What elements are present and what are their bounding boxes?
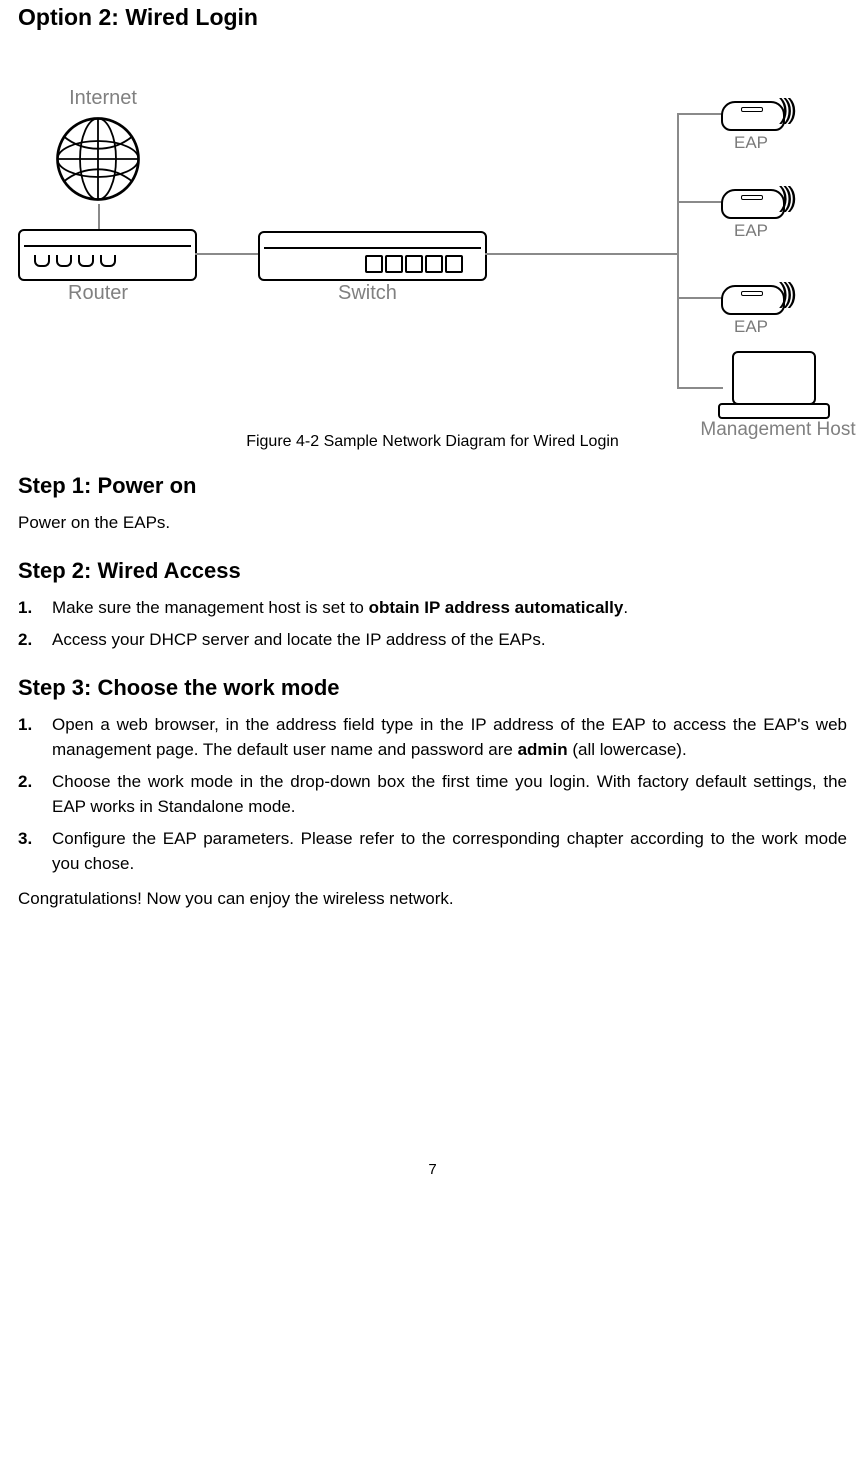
eap-label-1: EAP <box>734 133 768 153</box>
list-text: Make sure the management host is set to <box>52 598 369 617</box>
bold-text: admin <box>518 740 568 759</box>
step3-heading: Step 3: Choose the work mode <box>18 675 847 701</box>
internet-label: Internet <box>58 87 148 110</box>
list-marker: 1. <box>18 713 52 762</box>
list-text: Configure the EAP parameters. Please ref… <box>52 827 847 876</box>
step2-list: 1. Make sure the management host is set … <box>18 596 847 653</box>
globe-icon <box>53 114 143 204</box>
page-number: 7 <box>18 1161 847 1198</box>
eap-label-2: EAP <box>734 221 768 241</box>
step1-heading: Step 1: Power on <box>18 473 847 499</box>
closing-text: Congratulations! Now you can enjoy the w… <box>18 887 847 912</box>
list-marker: 3. <box>18 827 52 876</box>
eap-icon: ))) <box>721 277 806 317</box>
step2-heading: Step 2: Wired Access <box>18 558 847 584</box>
list-item: 1. Open a web browser, in the address fi… <box>18 713 847 762</box>
list-item: 1. Make sure the management host is set … <box>18 596 847 621</box>
list-item: 2. Access your DHCP server and locate th… <box>18 628 847 653</box>
list-text: (all lowercase). <box>568 740 687 759</box>
list-text: Open a web browser, in the address field… <box>52 715 847 759</box>
list-marker: 1. <box>18 596 52 621</box>
eap-icon: ))) <box>721 181 806 221</box>
router-icon <box>18 229 197 281</box>
laptop-icon <box>718 351 828 419</box>
list-item: 2. Choose the work mode in the drop-down… <box>18 770 847 819</box>
bold-text: obtain IP address automatically <box>369 598 624 617</box>
management-host-label: Management Host <box>688 419 865 441</box>
router-label: Router <box>68 282 128 305</box>
switch-label: Switch <box>338 282 397 305</box>
list-item: 3. Configure the EAP parameters. Please … <box>18 827 847 876</box>
list-marker: 2. <box>18 628 52 653</box>
step3-list: 1. Open a web browser, in the address fi… <box>18 713 847 877</box>
option-heading: Option 2: Wired Login <box>18 4 847 31</box>
list-text: Access your DHCP server and locate the I… <box>52 628 847 653</box>
eap-label-3: EAP <box>734 317 768 337</box>
network-diagram: Internet Router <box>18 49 847 451</box>
list-text: . <box>623 598 628 617</box>
step1-body: Power on the EAPs. <box>18 511 847 536</box>
switch-icon <box>258 231 487 281</box>
list-text: Choose the work mode in the drop-down bo… <box>52 770 847 819</box>
list-marker: 2. <box>18 770 52 819</box>
eap-icon: ))) <box>721 93 806 133</box>
